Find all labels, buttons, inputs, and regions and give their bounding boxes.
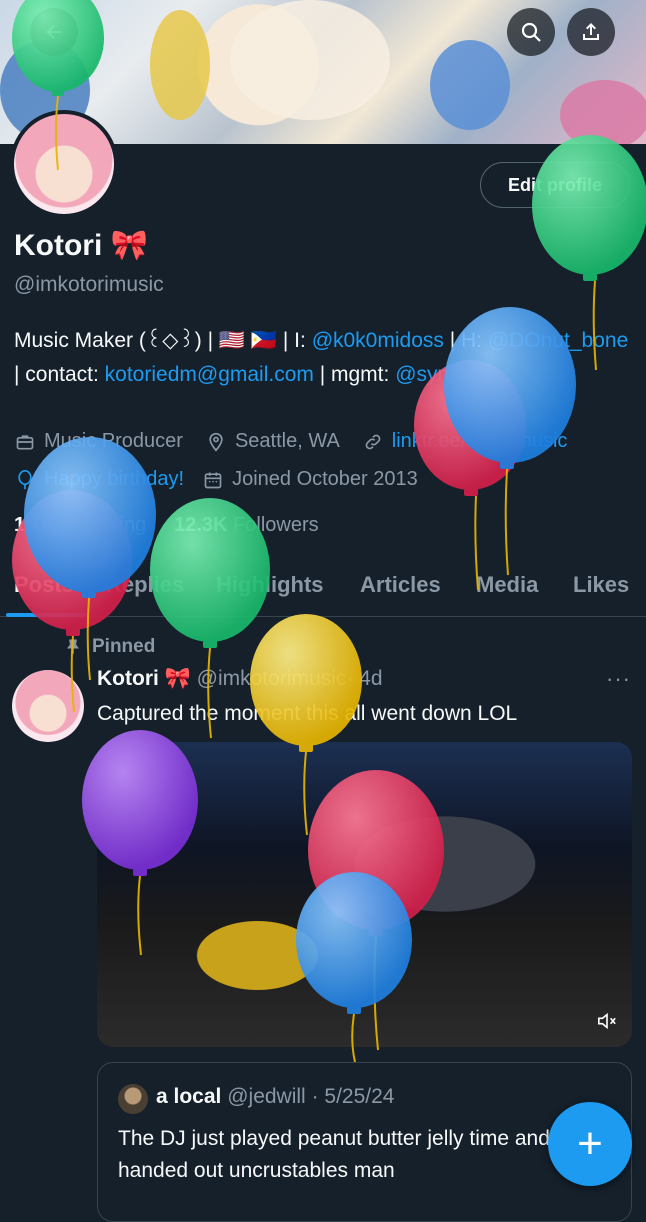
post-author-avatar[interactable]	[12, 670, 84, 742]
post-text: Captured the moment this all went down L…	[97, 702, 518, 725]
back-button[interactable]	[30, 8, 78, 56]
profile-website-link[interactable]: linktr.ee/kotorimusic	[392, 430, 568, 453]
active-tab-indicator	[6, 613, 86, 617]
profile-bio: Music Maker (꒰◇꒱) | 🇺🇸 🇵🇭 | I: @k0k0mido…	[14, 324, 634, 392]
tab-likes[interactable]: Likes	[573, 572, 629, 598]
profile-category: Music Producer	[44, 430, 183, 452]
post-video[interactable]	[97, 742, 632, 1047]
briefcase-icon	[14, 431, 36, 453]
tab-media[interactable]: Media	[476, 572, 538, 598]
ribbon-emoji: 🎀	[110, 229, 149, 262]
tab-replies[interactable]: Replies	[106, 572, 184, 598]
pin-icon	[67, 639, 79, 654]
quoted-timestamp: · 5/25/24	[311, 1085, 395, 1108]
profile-location: Seattle, WA	[234, 430, 340, 452]
follow-stats: 1.1K Following 12.3K Followers	[14, 514, 319, 537]
search-button[interactable]	[507, 8, 555, 56]
profile-tabs: Posts Replies Highlights Articles Media …	[0, 560, 646, 617]
quoted-author-avatar[interactable]	[118, 1084, 148, 1114]
post-author-name[interactable]: Kotori 🎀	[97, 667, 191, 690]
pinned-text: Pinned	[92, 636, 156, 657]
profile-handle: @imkotorimusic	[14, 273, 164, 296]
profile-meta-row-1: Music Producer Seattle, WA linktr.ee/kot…	[14, 430, 567, 453]
bio-link-email[interactable]: kotoriedm@gmail.com	[105, 363, 314, 386]
bio-link-mention-1[interactable]: @k0k0midoss	[312, 329, 444, 352]
search-icon	[521, 22, 541, 42]
arrow-left-icon	[46, 24, 62, 40]
balloon-icon	[14, 469, 36, 491]
quoted-author-name[interactable]: a local	[156, 1085, 221, 1108]
red-balloon	[414, 360, 526, 591]
profile-avatar[interactable]	[10, 110, 118, 218]
followers-link[interactable]: 12.3K Followers	[174, 514, 319, 536]
pinned-label: Pinned	[64, 636, 155, 658]
post-header: Kotori 🎀 @imkotorimusic· 4d	[97, 667, 383, 691]
muted-speaker-icon[interactable]	[596, 1011, 618, 1031]
bio-link-mention-2[interactable]: @DOnut_bone	[488, 329, 628, 352]
tab-articles[interactable]: Articles	[360, 572, 441, 598]
bio-text: | mgmt:	[313, 363, 396, 386]
tab-highlights[interactable]: Highlights	[216, 572, 324, 598]
profile-name-text: Kotori	[14, 229, 103, 262]
bio-text: | contact:	[14, 363, 105, 386]
profile-name: Kotori 🎀	[14, 228, 148, 263]
edit-profile-button[interactable]: Edit profile	[480, 162, 630, 208]
post-author-handle[interactable]: @imkotorimusic	[197, 667, 347, 690]
following-link[interactable]: 1.1K Following	[14, 514, 146, 536]
compose-post-button[interactable]: +	[548, 1102, 632, 1186]
quoted-post-text: The DJ just played peanut butter jelly t…	[118, 1127, 550, 1182]
bio-text: | H:	[443, 329, 488, 352]
share-icon	[583, 23, 599, 40]
quoted-author-handle[interactable]: @jedwill	[227, 1085, 306, 1108]
tab-posts[interactable]: Posts	[14, 572, 74, 598]
calendar-icon	[202, 469, 224, 491]
post-timestamp[interactable]: · 4d	[346, 667, 382, 690]
profile-birthday[interactable]: Happy birthday!	[44, 468, 184, 491]
bio-text: Music Maker (꒰◇꒱) | 🇺🇸 🇵🇭 | I:	[14, 329, 312, 352]
quoted-post-header: a local @jedwill · 5/25/24	[156, 1085, 394, 1109]
profile-joined-date: Joined October 2013	[232, 468, 418, 490]
share-button[interactable]	[567, 8, 615, 56]
bio-link-mention-3[interactable]: @synthodj	[395, 363, 495, 386]
link-icon	[362, 431, 384, 453]
location-icon	[205, 431, 227, 453]
profile-meta-row-2: Happy birthday! Joined October 2013	[14, 468, 418, 491]
post-more-icon[interactable]: ···	[606, 666, 631, 692]
